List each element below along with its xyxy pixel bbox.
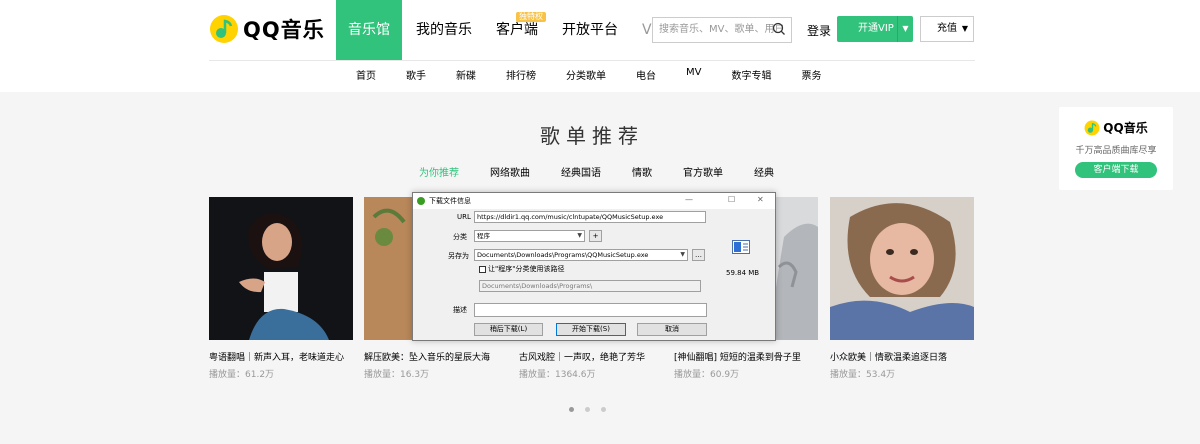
playlist-play-count: 播放量：16.3万 — [364, 370, 430, 380]
sub-nav: 首页 歌手 新碟 排行榜 分类歌单 电台 MV 数字专辑 票务 — [356, 67, 851, 82]
playlist-play-count: 播放量：60.9万 — [674, 370, 740, 380]
description-input[interactable] — [474, 303, 707, 317]
start-download-button[interactable]: 开始下载(S) — [556, 323, 626, 336]
playlist-play-count: 播放量：61.2万 — [209, 370, 275, 380]
carousel-dot[interactable] — [601, 407, 606, 412]
ad-logo: QQ音乐 — [1059, 119, 1173, 136]
playlist-card[interactable]: 粤语翻唱｜新声入耳，老味道走心 播放量：61.2万 — [209, 197, 353, 380]
chevron-down-icon: ▼ — [961, 24, 968, 33]
subnav-mv[interactable]: MV — [686, 67, 701, 82]
playlist-cover-image[interactable] — [830, 197, 974, 340]
carousel-dot[interactable] — [569, 407, 574, 412]
nav-client-label: 客户端 — [496, 22, 538, 38]
dialog-title: 下载文件信息 — [429, 197, 471, 205]
tab-classic-mandarin[interactable]: 经典国语 — [561, 164, 601, 179]
qq-music-logo-icon — [1084, 120, 1100, 135]
tab-official-playlists[interactable]: 官方歌单 — [683, 164, 723, 179]
qq-music-logo[interactable]: QQ音乐 — [209, 14, 325, 44]
minimize-icon[interactable]: — — [685, 195, 693, 204]
file-type-icon — [732, 240, 750, 254]
save-as-select[interactable]: Documents\Downloads\Programs\QQMusicSetu… — [474, 249, 688, 261]
description-label: 描述 — [453, 306, 467, 314]
tab-love-songs[interactable]: 情歌 — [632, 164, 652, 179]
playlist-card[interactable]: 小众欧美｜情歌温柔追逐日落 播放量：53.4万 — [830, 197, 974, 380]
idm-app-icon — [417, 197, 425, 205]
subnav-charts[interactable]: 排行榜 — [506, 67, 536, 82]
site-header: QQ音乐 音乐馆 我的音乐 客户端 独特权 开放平台 VIP 搜索音乐、MV、歌… — [0, 0, 1200, 92]
client-download-button[interactable]: 客户端下载 — [1075, 162, 1157, 178]
playlist-title[interactable]: 小众欧美｜情歌温柔追逐日落 — [830, 350, 974, 363]
search-input[interactable]: 搜索音乐、MV、歌单、用户 — [652, 17, 792, 43]
nav-music-hall[interactable]: 音乐馆 — [336, 0, 402, 60]
use-path-checkbox[interactable]: 让"程序"分类使用该路径 — [479, 264, 564, 274]
chevron-down-icon: ▼ — [680, 251, 685, 258]
checkbox-box[interactable] — [479, 265, 486, 273]
ad-logo-text: QQ音乐 — [1103, 121, 1148, 135]
cancel-button[interactable]: 取消 — [637, 323, 707, 336]
nav-client[interactable]: 客户端 独特权 — [486, 0, 548, 60]
nav-open-platform[interactable]: 开放平台 — [552, 0, 628, 60]
playlist-cover-image[interactable] — [209, 197, 353, 340]
download-later-button[interactable]: 稍后下载(L) — [474, 323, 543, 336]
playlist-play-count: 播放量：53.4万 — [830, 370, 896, 380]
qq-music-logo-icon — [210, 15, 238, 43]
charge-button[interactable]: 充值 ▼ — [920, 16, 974, 42]
maximize-icon[interactable]: ☐ — [728, 195, 735, 204]
playlist-title[interactable]: 古风戏腔｜一声叹，绝艳了芳华 — [519, 350, 663, 363]
chevron-down-icon: ▼ — [577, 232, 582, 239]
save-as-value: Documents\Downloads\Programs\QQMusicSetu… — [477, 251, 649, 259]
nav-client-badge: 独特权 — [516, 12, 546, 22]
playlist-tabs: 为你推荐 网络歌曲 经典国语 情歌 官方歌单 经典 — [419, 164, 805, 179]
subnav-digital-albums[interactable]: 数字专辑 — [731, 67, 771, 82]
subnav-radio[interactable]: 电台 — [636, 67, 656, 82]
subnav-new-albums[interactable]: 新碟 — [456, 67, 476, 82]
logo-text: QQ音乐 — [243, 18, 325, 42]
charge-label: 充值 — [937, 23, 957, 34]
tab-classics[interactable]: 经典 — [754, 164, 774, 179]
category-value: 程序 — [477, 232, 490, 240]
section-title: 歌单推荐 — [540, 124, 644, 148]
close-icon[interactable]: ✕ — [757, 195, 764, 204]
dialog-titlebar[interactable]: 下载文件信息 — ☐ ✕ — [413, 193, 775, 209]
category-label: 分类 — [453, 233, 467, 241]
tab-internet-songs[interactable]: 网络歌曲 — [490, 164, 530, 179]
category-path-field: Documents\Downloads\Programs\ — [479, 280, 701, 292]
playlist-title[interactable]: [神仙翻唱] 短短的温柔到骨子里 — [674, 350, 818, 363]
client-download-ad: QQ音乐 千万高品质曲库尽享 客户端下载 — [1059, 107, 1173, 190]
url-field[interactable]: https://dldir1.qq.com/music/clntupate/QQ… — [474, 211, 706, 223]
browse-button[interactable]: … — [692, 249, 705, 261]
category-select[interactable]: 程序 ▼ — [474, 230, 585, 242]
chevron-down-icon[interactable]: ▼ — [897, 16, 913, 42]
subnav-categories[interactable]: 分类歌单 — [566, 67, 606, 82]
playlist-title[interactable]: 解压欧美：坠入音乐的星辰大海 — [364, 350, 508, 363]
open-vip-label: 开通VIP — [858, 23, 894, 34]
tab-recommended[interactable]: 为你推荐 — [419, 164, 459, 179]
use-path-label: 让"程序"分类使用该路径 — [488, 265, 565, 273]
nav-my-music[interactable]: 我的音乐 — [406, 0, 482, 60]
login-link[interactable]: 登录 — [807, 22, 831, 39]
url-label: URL — [457, 213, 471, 221]
playlist-title[interactable]: 粤语翻唱｜新声入耳，老味道走心 — [209, 350, 353, 363]
main-nav: 音乐馆 我的音乐 客户端 独特权 开放平台 VIP — [336, 0, 678, 60]
file-size: 59.84 MB — [726, 269, 760, 277]
subnav-tickets[interactable]: 票务 — [801, 67, 821, 82]
carousel-pagination — [569, 407, 606, 412]
ad-description: 千万高品质曲库尽享 — [1075, 146, 1157, 156]
open-vip-button[interactable]: 开通VIP ▼ — [837, 16, 913, 42]
save-as-label: 另存为 — [448, 252, 469, 260]
subnav-home[interactable]: 首页 — [356, 67, 376, 82]
subnav-singers[interactable]: 歌手 — [406, 67, 426, 82]
carousel-dot[interactable] — [585, 407, 590, 412]
search-placeholder: 搜索音乐、MV、歌单、用户 — [659, 24, 785, 35]
add-category-button[interactable]: + — [589, 230, 602, 242]
search-icon[interactable] — [772, 22, 786, 36]
playlist-play-count: 播放量：1364.6万 — [519, 370, 596, 380]
divider — [209, 60, 975, 61]
